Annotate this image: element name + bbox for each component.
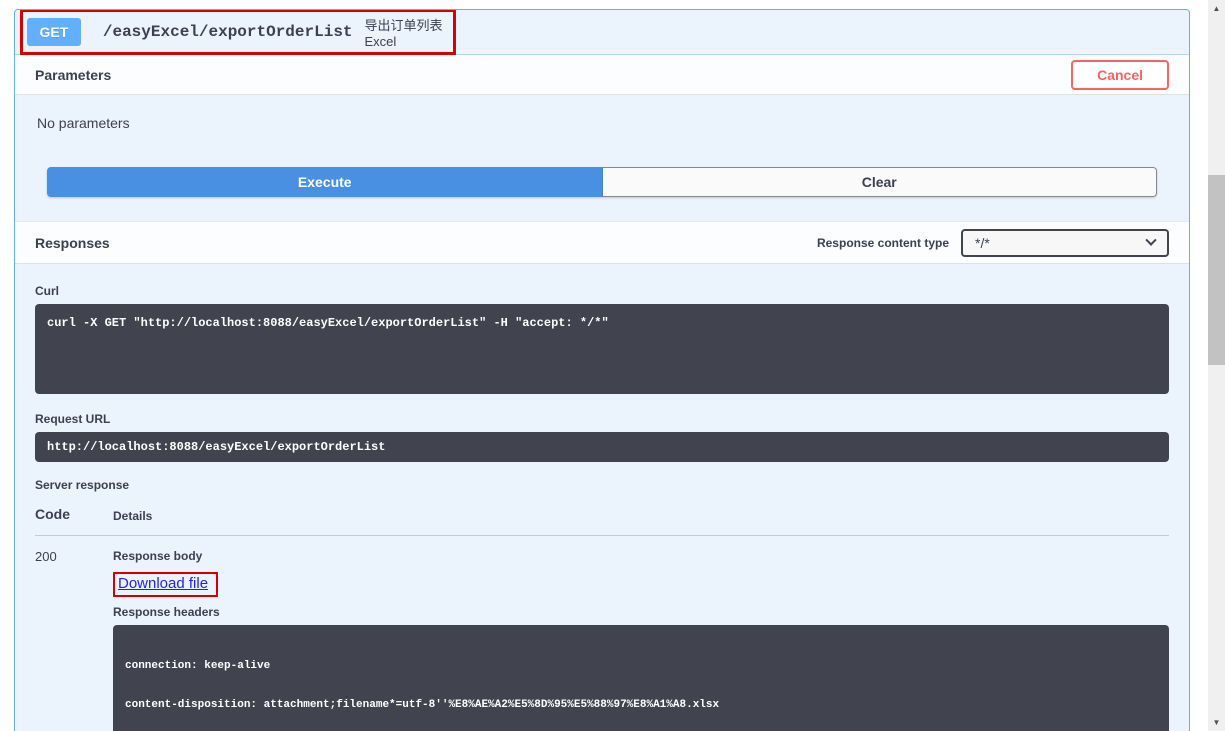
method-badge: GET	[27, 18, 81, 46]
response-header-line: connection: keep-alive	[125, 660, 1157, 673]
responses-body: Curl curl -X GET "http://localhost:8088/…	[15, 264, 1189, 731]
response-content-type-select[interactable]: */*	[961, 229, 1169, 257]
response-header-line: content-disposition: attachment;filename…	[125, 699, 1157, 712]
no-parameters-text: No parameters	[15, 95, 1189, 167]
execute-row: Execute Clear	[15, 167, 1189, 197]
opblock-get: GET /easyExcel/exportOrderList 导出订单列表Exc…	[14, 9, 1190, 731]
request-url-value: http://localhost:8088/easyExcel/exportOr…	[35, 432, 1169, 462]
status-code: 200	[35, 549, 113, 731]
code-column-header: Code	[35, 506, 113, 523]
scroll-down-icon[interactable]: ▼	[1208, 714, 1225, 731]
download-annotation-box: Download file	[113, 572, 218, 597]
responses-header: Responses Response content type */*	[15, 221, 1189, 264]
curl-label: Curl	[35, 284, 1169, 298]
parameters-header: Parameters Cancel	[15, 55, 1189, 95]
table-row: 200 Response body Download file Response…	[35, 536, 1169, 731]
download-file-link[interactable]: Download file	[118, 575, 208, 592]
responses-title: Responses	[35, 235, 110, 251]
execute-button[interactable]: Execute	[47, 167, 603, 197]
server-response-table-header: Code Details	[35, 498, 1169, 536]
details-cell: Response body Download file Response hea…	[113, 549, 1169, 731]
scroll-up-icon[interactable]: ▲	[1208, 0, 1225, 17]
details-column-header: Details	[113, 506, 152, 523]
chevron-down-icon	[1145, 234, 1156, 245]
swagger-page: GET /easyExcel/exportOrderList 导出订单列表Exc…	[0, 0, 1225, 731]
server-response-table: Code Details 200 Response body Download …	[35, 498, 1169, 731]
endpoint-summary[interactable]: GET /easyExcel/exportOrderList 导出订单列表Exc…	[15, 10, 1189, 55]
endpoint-description: 导出订单列表Excel	[365, 15, 449, 49]
request-url-label: Request URL	[35, 412, 1169, 426]
endpoint-path: /easyExcel/exportOrderList	[103, 23, 353, 41]
scrollbar-thumb[interactable]	[1208, 175, 1225, 365]
content-type-value: */*	[975, 235, 990, 251]
parameters-title: Parameters	[35, 67, 111, 83]
response-body-label: Response body	[113, 549, 1169, 563]
cancel-button[interactable]: Cancel	[1071, 60, 1169, 90]
content-type-wrap: Response content type */*	[817, 229, 1169, 257]
response-headers-label: Response headers	[113, 605, 1169, 619]
curl-command[interactable]: curl -X GET "http://localhost:8088/easyE…	[35, 304, 1169, 394]
endpoint-annotation-box: GET /easyExcel/exportOrderList 导出订单列表Exc…	[20, 9, 456, 55]
vertical-scrollbar[interactable]: ▲ ▼	[1208, 0, 1225, 731]
clear-button[interactable]: Clear	[603, 167, 1158, 197]
server-response-title: Server response	[35, 478, 1169, 492]
content-type-label: Response content type	[817, 236, 949, 250]
response-headers-block: connection: keep-alive content-dispositi…	[113, 625, 1169, 731]
